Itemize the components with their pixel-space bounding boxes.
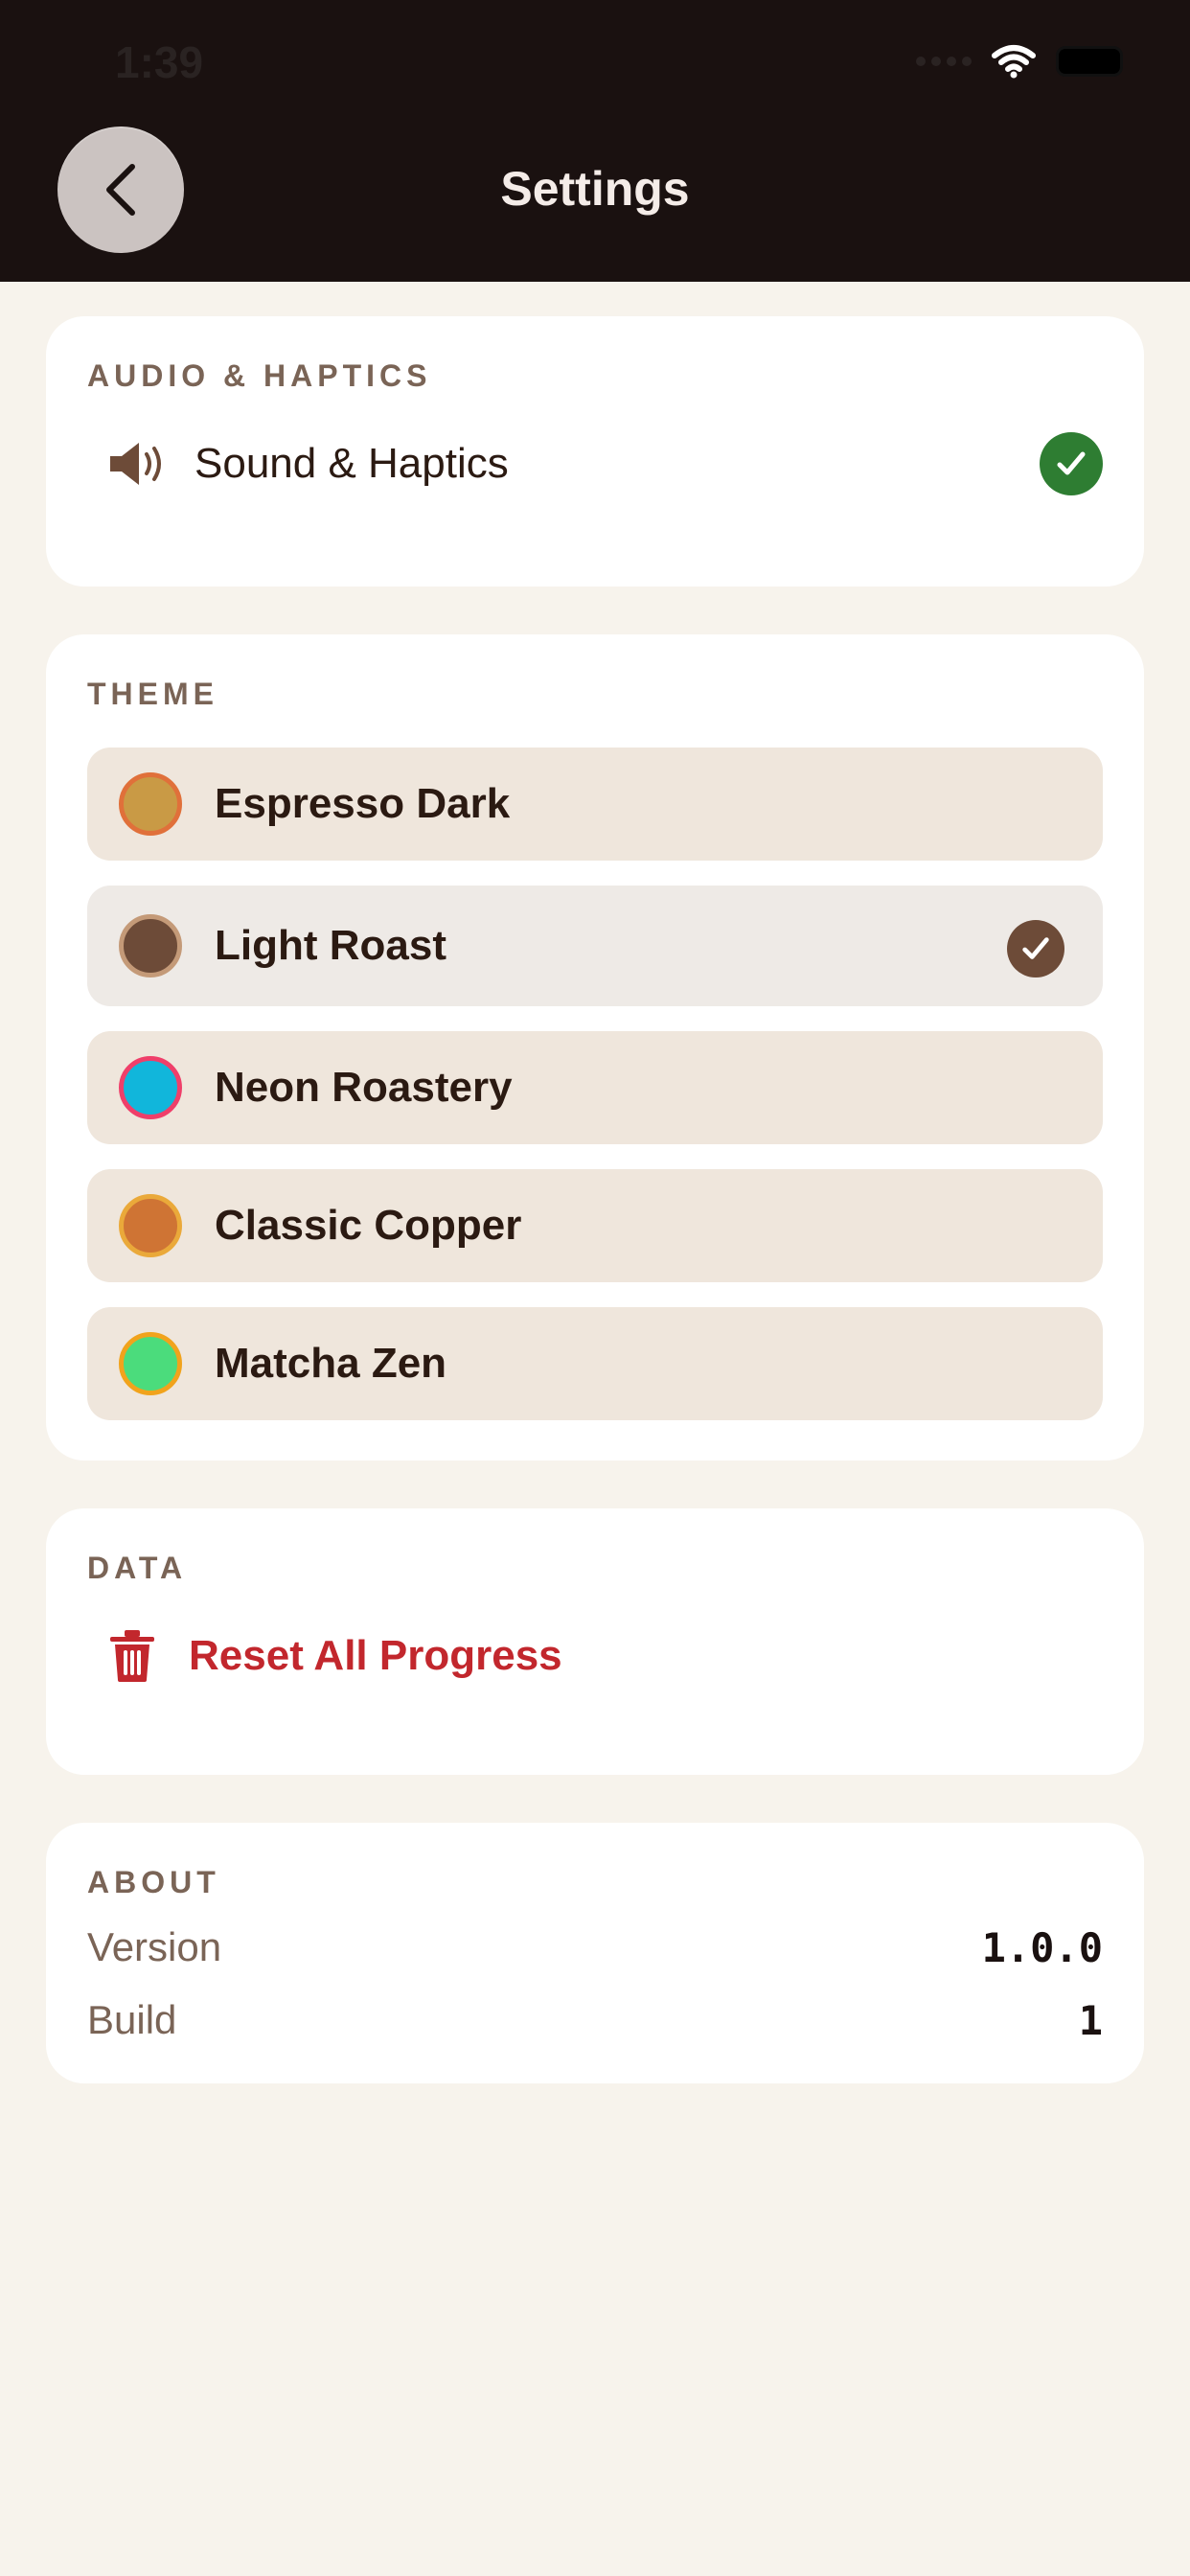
trash-icon	[110, 1630, 154, 1682]
theme-label: Espresso Dark	[215, 780, 511, 827]
version-label: Version	[87, 1924, 222, 1969]
checkmark-icon	[1022, 937, 1049, 959]
header: 1:39 Settings	[0, 0, 1190, 282]
theme-label: Matcha Zen	[215, 1340, 447, 1387]
cellular-signal-icon	[916, 57, 972, 66]
selected-check	[1007, 920, 1064, 978]
theme-swatch	[119, 1194, 182, 1257]
audio-section: AUDIO & HAPTICS Sound & Haptics	[46, 316, 1144, 586]
theme-item-matcha-zen[interactable]: Matcha Zen	[87, 1307, 1103, 1420]
about-section: ABOUT Version 1.0.0 Build 1	[46, 1823, 1144, 2083]
sound-haptics-label: Sound & Haptics	[195, 440, 509, 487]
reset-progress-label: Reset All Progress	[189, 1632, 562, 1679]
theme-label: Classic Copper	[215, 1202, 522, 1249]
theme-item-neon-roastery[interactable]: Neon Roastery	[87, 1031, 1103, 1144]
version-value: 1.0.0	[981, 1924, 1103, 1971]
build-label: Build	[87, 1997, 177, 2042]
theme-swatch	[119, 914, 182, 978]
section-title: THEME	[87, 677, 218, 711]
battery-icon	[1056, 46, 1123, 77]
status-icons	[916, 44, 1123, 79]
sound-enabled-check[interactable]	[1040, 432, 1103, 495]
speaker-icon	[110, 443, 161, 485]
theme-swatch	[119, 1056, 182, 1119]
theme-label: Light Roast	[215, 922, 446, 969]
checkmark-icon	[1057, 451, 1086, 475]
theme-item-classic-copper[interactable]: Classic Copper	[87, 1169, 1103, 1282]
section-title: ABOUT	[87, 1865, 220, 1899]
sound-haptics-row[interactable]: Sound & Haptics	[87, 418, 1103, 510]
theme-item-espresso-dark[interactable]: Espresso Dark	[87, 748, 1103, 861]
theme-section: THEME Espresso Dark Light Roast Neon Roa…	[46, 634, 1144, 1460]
theme-item-light-roast[interactable]: Light Roast	[87, 886, 1103, 1006]
wifi-icon	[992, 45, 1036, 79]
reset-progress-button[interactable]: Reset All Progress	[87, 1610, 1103, 1702]
data-section: DATA Reset All Progress	[46, 1508, 1144, 1775]
theme-label: Neon Roastery	[215, 1064, 513, 1111]
theme-swatch	[119, 1332, 182, 1395]
page-title: Settings	[500, 162, 690, 216]
section-title: DATA	[87, 1551, 188, 1585]
status-time: 1:39	[115, 37, 204, 87]
build-value: 1	[1078, 1997, 1103, 2044]
theme-swatch	[119, 772, 182, 836]
section-title: AUDIO & HAPTICS	[87, 358, 432, 393]
